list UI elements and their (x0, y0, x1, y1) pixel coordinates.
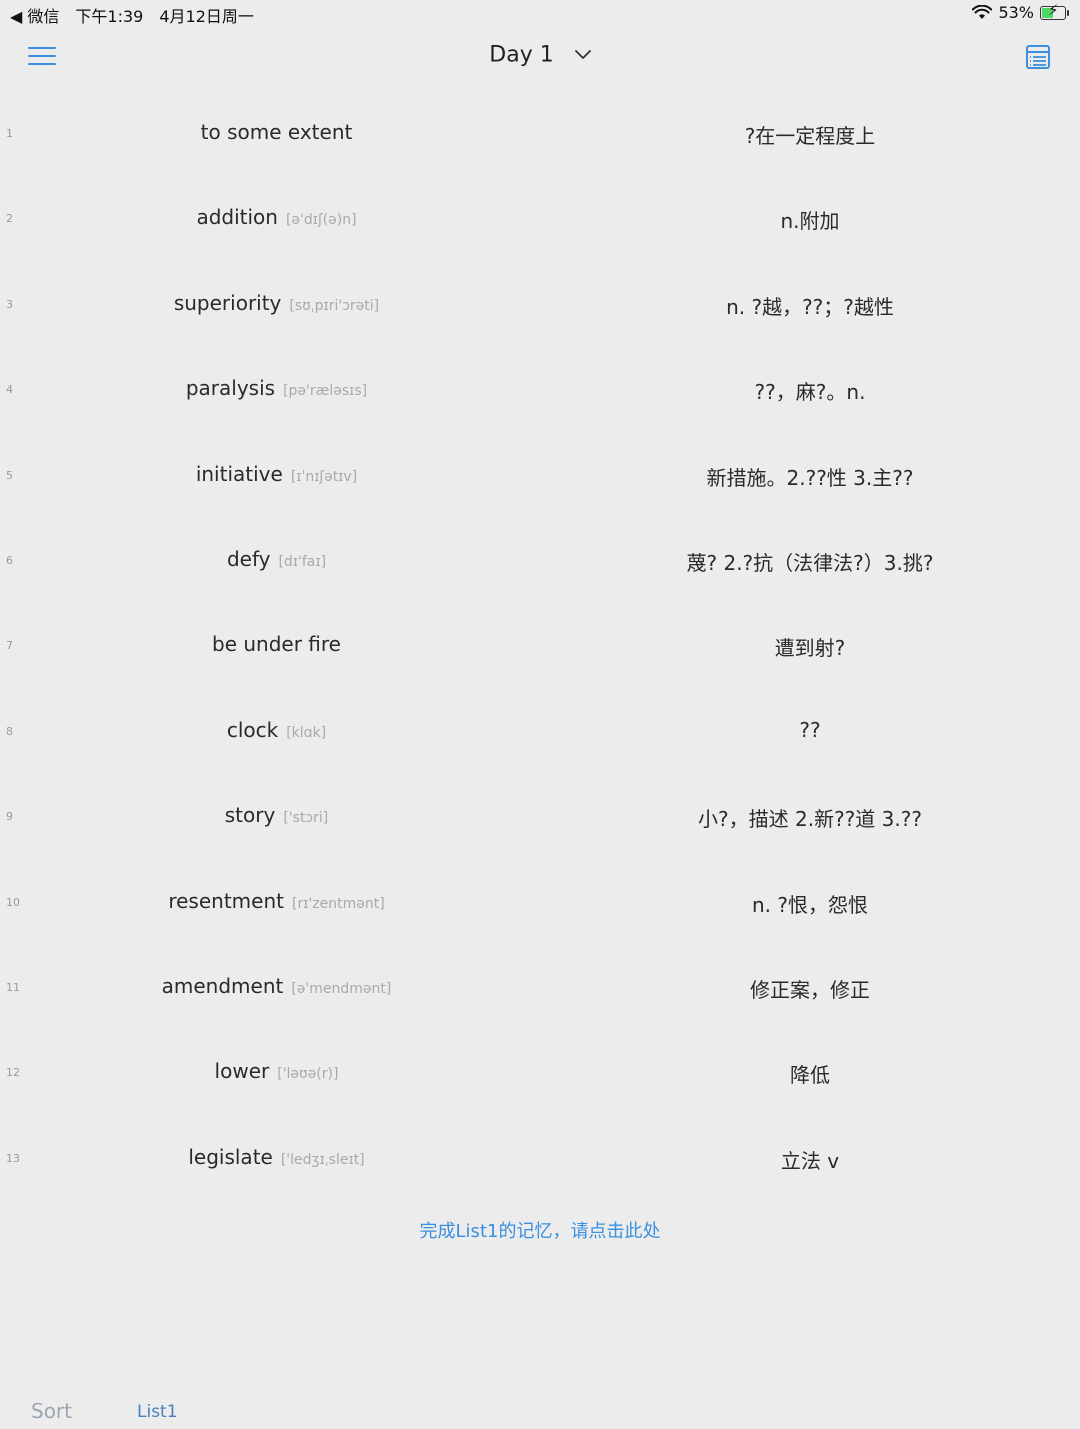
finish-list-link[interactable]: 完成List1的记忆，请点击此处 (0, 1217, 1080, 1243)
bottom-tab-bar: Sort List1 (0, 1395, 1080, 1429)
word-row[interactable]: 7 be under fire 遭到射? (0, 603, 1080, 688)
chinese-meaning: 立法 v (780, 1148, 840, 1173)
phonetic: ['ləʊə(r)] (277, 1066, 339, 1083)
chinese-meaning: 遭到射? (774, 636, 846, 661)
word-cell: legislate ['ledʒɪˌsleɪt] (0, 1145, 553, 1169)
tab-sort[interactable]: Sort (31, 1399, 72, 1423)
chinese-meaning: 小?，描述 2.新??道 3.?? (698, 807, 922, 832)
battery-icon: ⚡ (1040, 0, 1069, 20)
back-to-app-link[interactable]: ◀ 微信 (10, 3, 59, 27)
word-row[interactable]: 1 to some extent ?在一定程度上 (0, 91, 1080, 176)
word-row[interactable]: 3 superiority [sʊˌpɪri'ɔrəti] n. ?越，??；?越性 (0, 262, 1080, 347)
screen: ◀ 微信 下午1:39 4月12日周一 53% ⚡ Day 1 1 to som… (0, 0, 1080, 1429)
status-bar: ◀ 微信 下午1:39 4月12日周一 53% ⚡ (0, 0, 1080, 26)
phonetic: [sʊˌpɪri'ɔrəti] (289, 297, 380, 314)
chinese-meaning: 修正案，修正 (750, 977, 870, 1002)
phonetic: [klɑk] (286, 724, 327, 741)
list-view-icon[interactable] (1026, 45, 1050, 69)
tab-list1[interactable]: List1 (137, 1402, 178, 1422)
chinese-meaning: 新措施。2.??性 3.主?? (706, 465, 914, 490)
phonetic: [ə'mendmənt] (291, 980, 392, 997)
word-cell: amendment [ə'mendmənt] (0, 974, 553, 998)
status-date: 4月12日周一 (159, 7, 254, 26)
word-cell: paralysis [pə'ræləsɪs] (0, 376, 553, 400)
word-cell: clock [klɑk] (0, 718, 553, 742)
word-row[interactable]: 11 amendment [ə'mendmənt] 修正案，修正 (0, 945, 1080, 1030)
word-cell: superiority [sʊˌpɪri'ɔrəti] (0, 291, 553, 315)
word-list: 1 to some extent ?在一定程度上 2 addition [ə'dɪʃ(ə)… (0, 91, 1080, 1201)
word-row[interactable]: 12 lower ['ləʊə(r)] 降低 (0, 1030, 1080, 1115)
day-selector[interactable]: Day 1 (0, 42, 1080, 68)
word-row[interactable]: 5 initiative [ɪˈnɪʃətɪv] 新措施。2.??性 3.主?? (0, 433, 1080, 518)
wifi-icon (972, 5, 993, 19)
word-cell: be under fire (0, 632, 553, 656)
word-cell: story ['stɔri] (0, 803, 553, 827)
english-word: be under fire (212, 632, 341, 657)
word-row[interactable]: 13 legislate ['ledʒɪˌsleɪt] 立法 v (0, 1116, 1080, 1201)
status-right: 53% ⚡ (972, 0, 1069, 22)
phonetic: [ɪˈnɪʃətɪv] (290, 468, 358, 485)
chinese-meaning: n. ?越，??；?越性 (726, 294, 894, 319)
chevron-down-icon (574, 50, 591, 59)
english-word: lower (214, 1059, 270, 1084)
english-word: initiative (195, 461, 283, 486)
english-word: paralysis (185, 376, 276, 401)
english-word: clock (226, 717, 279, 742)
page-title: Day 1 (489, 42, 554, 68)
word-row[interactable]: 9 story ['stɔri] 小?，描述 2.新??道 3.?? (0, 774, 1080, 859)
chinese-meaning: ?? (799, 717, 821, 742)
status-time: 下午1:39 (75, 7, 144, 26)
english-word: legislate (188, 1144, 273, 1169)
chinese-meaning: ??，麻?。n. (754, 380, 866, 405)
word-row[interactable]: 6 defy [dɪ'faɪ] 蔑? 2.?抗（法律法?）3.挑? (0, 518, 1080, 603)
charging-bolt-icon: ⚡ (1048, 0, 1059, 19)
nav-bar: Day 1 (0, 30, 1080, 86)
word-row[interactable]: 2 addition [ə'dɪʃ(ə)n] n.附加 (0, 176, 1080, 261)
english-word: to some extent (200, 120, 353, 144)
english-word: story (224, 803, 276, 828)
english-word: superiority (173, 290, 282, 315)
word-cell: defy [dɪ'faɪ] (0, 547, 553, 571)
chinese-meaning: 降低 (790, 1063, 830, 1088)
english-word: resentment (168, 888, 284, 913)
phonetic: [ə'dɪʃ(ə)n] (285, 212, 357, 229)
chinese-meaning: n. ?恨，怨恨 (751, 892, 868, 917)
phonetic: [pə'ræləsɪs] (283, 383, 368, 400)
phonetic: ['ledʒɪˌsleɪt] (280, 1151, 365, 1168)
word-row[interactable]: 10 resentment [rɪ'zentmənt] n. ?恨，怨恨 (0, 860, 1080, 945)
english-word: addition (196, 205, 278, 230)
word-cell: initiative [ɪˈnɪʃətɪv] (0, 462, 553, 486)
chinese-meaning: n.附加 (780, 209, 840, 234)
word-cell: lower ['ləʊə(r)] (0, 1059, 553, 1083)
chinese-meaning: 蔑? 2.?抗（法律法?）3.挑? (686, 550, 934, 575)
word-row[interactable]: 8 clock [klɑk]?? (0, 689, 1080, 774)
word-cell: resentment [rɪ'zentmənt] (0, 889, 553, 913)
phonetic: ['stɔri] (283, 810, 329, 827)
battery-percent: 53% (998, 3, 1034, 22)
english-word: amendment (161, 973, 284, 998)
phonetic: [rɪ'zentmənt] (291, 895, 385, 912)
word-cell: to some extent (0, 120, 553, 144)
word-row[interactable]: 4 paralysis [pə'ræləsɪs] ??，麻?。n. (0, 347, 1080, 432)
english-word: defy (226, 546, 271, 571)
word-cell: addition [ə'dɪʃ(ə)n] (0, 205, 553, 229)
status-left: ◀ 微信 下午1:39 4月12日周一 (10, 3, 254, 27)
phonetic: [dɪ'faɪ] (278, 553, 327, 570)
chinese-meaning: ?在一定程度上 (744, 124, 876, 148)
